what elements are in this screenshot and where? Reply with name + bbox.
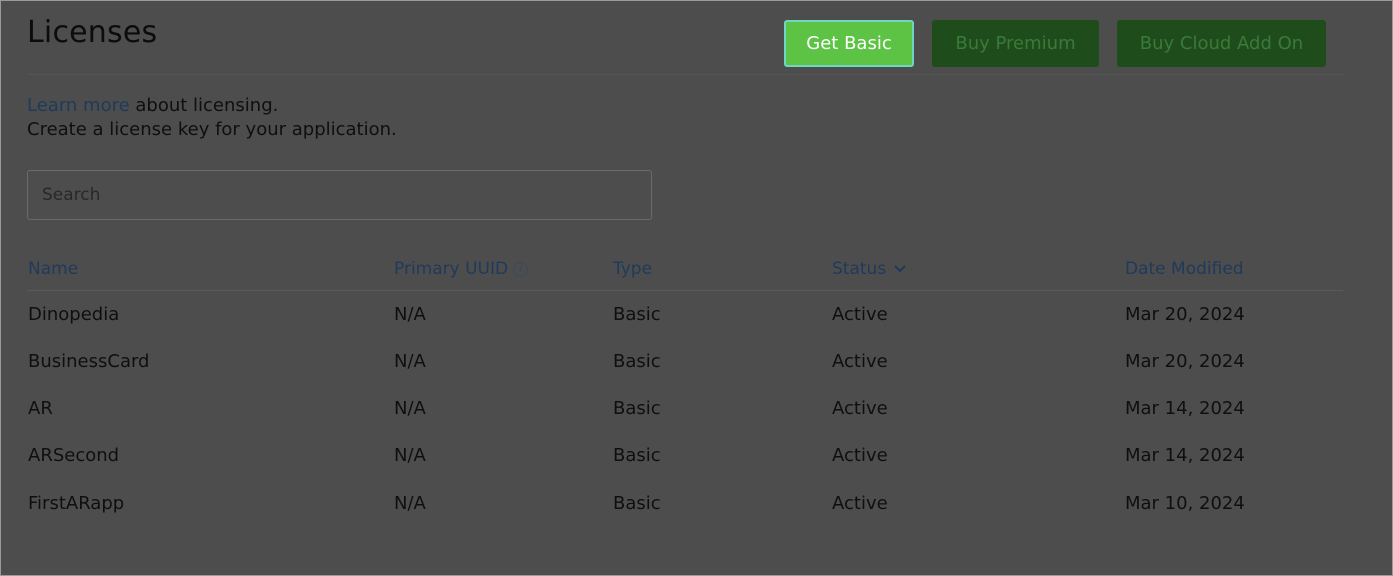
get-basic-button[interactable]: Get Basic bbox=[784, 20, 914, 67]
table-row[interactable]: BusinessCard N/A Basic Active Mar 20, 20… bbox=[1, 338, 1392, 385]
table-row[interactable]: AR N/A Basic Active Mar 14, 2024 bbox=[1, 385, 1392, 432]
search-input[interactable] bbox=[27, 170, 652, 220]
column-header-primary-uuid[interactable]: Primary UUID i bbox=[394, 259, 529, 279]
cell-date: Mar 20, 2024 bbox=[1125, 304, 1245, 325]
cell-name: FirstARapp bbox=[28, 493, 125, 514]
cell-status: Active bbox=[832, 304, 888, 325]
licenses-page: Licenses Get Basic Buy Premium Buy Cloud… bbox=[0, 0, 1393, 576]
learn-more-link[interactable]: Learn more bbox=[27, 95, 130, 116]
table-row[interactable]: FirstARapp N/A Basic Active Mar 10, 2024 bbox=[1, 480, 1392, 527]
column-header-type-label: Type bbox=[613, 259, 653, 279]
cell-type: Basic bbox=[613, 304, 661, 325]
cell-status: Active bbox=[832, 351, 888, 372]
cell-name: AR bbox=[28, 398, 53, 419]
cell-type: Basic bbox=[613, 445, 661, 466]
cell-status: Active bbox=[832, 398, 888, 419]
cell-name: ARSecond bbox=[28, 445, 120, 466]
chevron-down-icon[interactable] bbox=[894, 265, 906, 273]
column-header-date-label: Date Modified bbox=[1125, 259, 1244, 279]
cell-type: Basic bbox=[613, 493, 661, 514]
cell-uuid: N/A bbox=[394, 445, 426, 466]
page-title: Licenses bbox=[27, 15, 158, 50]
intro-line-2: Create a license key for your applicatio… bbox=[27, 119, 397, 140]
table-row[interactable]: Dinopedia N/A Basic Active Mar 20, 2024 bbox=[1, 291, 1392, 338]
cell-type: Basic bbox=[613, 398, 661, 419]
cell-status: Active bbox=[832, 445, 888, 466]
cell-status: Active bbox=[832, 493, 888, 514]
cell-date: Mar 20, 2024 bbox=[1125, 351, 1245, 372]
cell-type: Basic bbox=[613, 351, 661, 372]
cell-date: Mar 14, 2024 bbox=[1125, 445, 1245, 466]
column-header-name-label: Name bbox=[28, 259, 79, 279]
intro-line-1-text: about licensing. bbox=[129, 95, 279, 116]
column-header-uuid-label: Primary UUID bbox=[394, 259, 509, 279]
cell-uuid: N/A bbox=[394, 398, 426, 419]
intro-text: Learn more about licensing. Create a lic… bbox=[27, 94, 397, 142]
column-header-status[interactable]: Status bbox=[832, 259, 906, 279]
cell-date: Mar 10, 2024 bbox=[1125, 493, 1245, 514]
table-row[interactable]: ARSecond N/A Basic Active Mar 14, 2024 bbox=[1, 432, 1392, 479]
title-divider bbox=[27, 74, 1343, 75]
cell-uuid: N/A bbox=[394, 493, 426, 514]
cell-name: Dinopedia bbox=[28, 304, 120, 325]
column-header-type[interactable]: Type bbox=[613, 259, 652, 279]
buy-cloud-add-on-button[interactable]: Buy Cloud Add On bbox=[1117, 20, 1326, 67]
cell-name: BusinessCard bbox=[28, 351, 150, 372]
column-header-status-label: Status bbox=[832, 259, 887, 279]
column-header-date-modified[interactable]: Date Modified bbox=[1125, 259, 1244, 279]
info-icon[interactable]: i bbox=[513, 261, 529, 277]
cell-uuid: N/A bbox=[394, 351, 426, 372]
buy-premium-button[interactable]: Buy Premium bbox=[932, 20, 1099, 67]
intro-line-1: Learn more about licensing. bbox=[27, 94, 397, 118]
cell-uuid: N/A bbox=[394, 304, 426, 325]
column-header-name[interactable]: Name bbox=[28, 259, 78, 279]
cell-date: Mar 14, 2024 bbox=[1125, 398, 1245, 419]
